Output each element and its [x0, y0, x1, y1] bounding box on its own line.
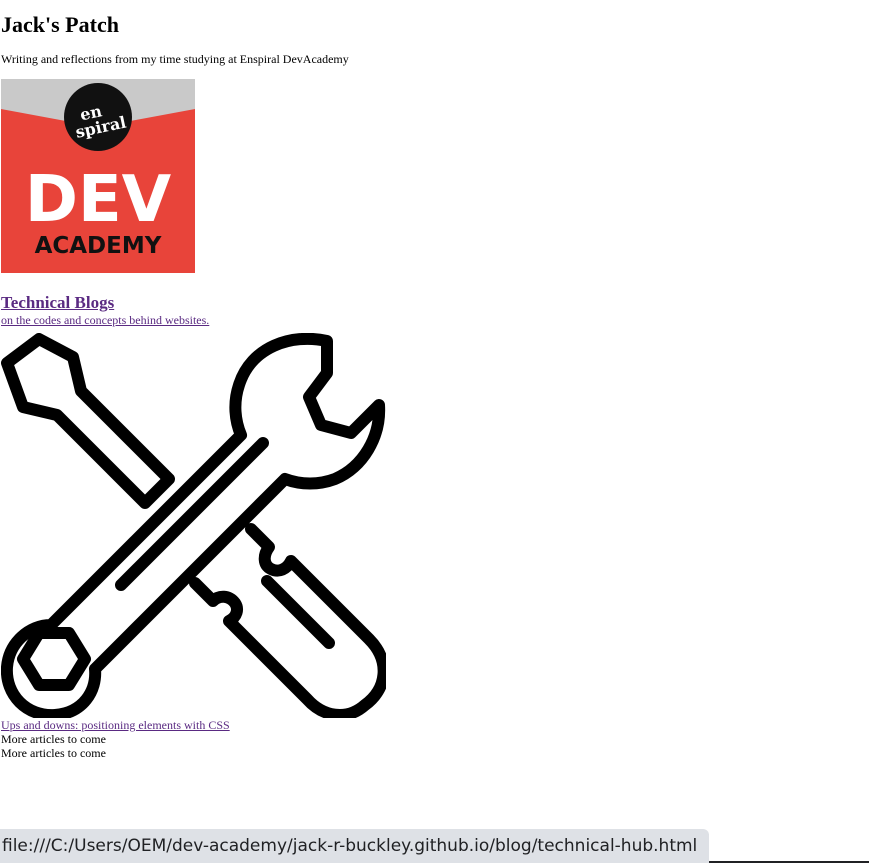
logo-dev-text: DEV — [25, 163, 172, 237]
placeholder-article-2: More articles to come — [1, 746, 106, 760]
placeholder-article-1: More articles to come — [1, 732, 106, 746]
article-link-positioning[interactable]: Ups and downs: positioning elements with… — [1, 718, 230, 732]
logo-graphic: en spiral DEV ACADEMY — [1, 79, 195, 259]
section-tagline-wrapper: on the codes and concepts behind website… — [1, 313, 868, 327]
logo-academy-text: ACADEMY — [35, 233, 162, 259]
link-status-bar: file:///C:/Users/OEM/dev-academy/jack-r-… — [0, 829, 710, 863]
section-tagline-link[interactable]: on the codes and concepts behind website… — [1, 313, 209, 327]
page-subtitle: Writing and reflections from my time stu… — [1, 52, 349, 66]
wrench-screwdriver-icon[interactable] — [0, 332, 390, 722]
page-content: Jack's Patch Writing and reflections fro… — [0, 0, 869, 760]
page-title: Jack's Patch — [1, 12, 119, 37]
enspiral-dev-academy-logo: en spiral DEV ACADEMY — [1, 79, 195, 273]
section-heading: Technical Blogs — [1, 293, 868, 313]
technical-blogs-link[interactable]: Technical Blogs — [1, 293, 114, 312]
article-item: Ups and downs: positioning elements with… — [1, 718, 868, 732]
